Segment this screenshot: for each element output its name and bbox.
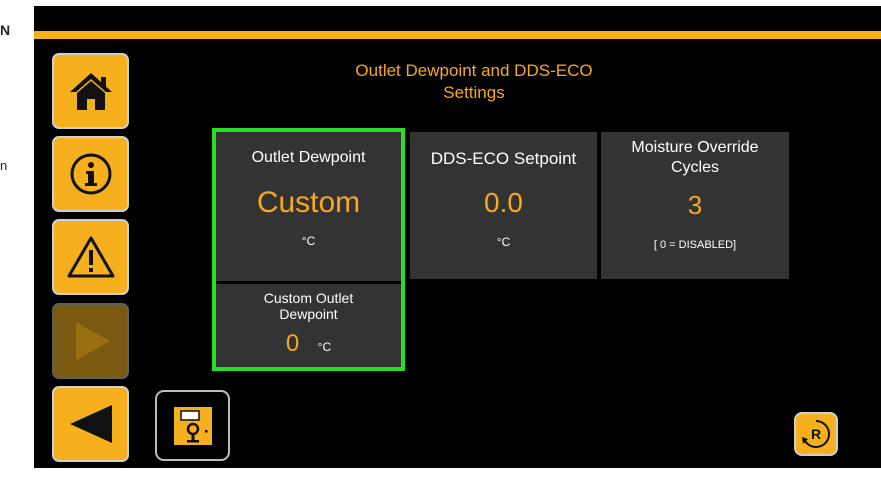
dds-eco-setpoint-value: 0.0 xyxy=(484,187,523,218)
info-icon xyxy=(70,153,111,195)
warning-icon xyxy=(67,236,114,278)
moisture-override-label-line2: Cycles xyxy=(670,159,719,176)
dds-eco-setpoint-panel[interactable]: DDS-ECO Setpoint 0.0 °C xyxy=(410,132,597,279)
page-text-fragment: N xyxy=(0,22,11,38)
page-text-fragment: n xyxy=(0,158,8,173)
info-button[interactable] xyxy=(52,136,129,212)
back-arrow-icon xyxy=(69,405,112,443)
page-title-line1: Outlet Dewpoint and DDS-ECO xyxy=(355,61,593,80)
moisture-override-value: 3 xyxy=(687,190,703,220)
moisture-override-cycles-panel[interactable]: Moisture Override Cycles 3 [ 0 = DISABLE… xyxy=(601,132,789,279)
hmi-screen: Outlet Dewpoint and DDS-ECO Settings Out… xyxy=(34,6,881,468)
moisture-override-label-line1: Moisture Override xyxy=(631,139,759,156)
reset-label: R xyxy=(811,426,821,442)
moisture-override-label: Moisture Override Cycles xyxy=(601,138,789,178)
page-title: Outlet Dewpoint and DDS-ECO Settings xyxy=(284,60,664,104)
warning-button[interactable] xyxy=(52,219,129,295)
home-icon xyxy=(69,73,112,110)
top-accent-bar xyxy=(34,31,881,39)
selection-highlight xyxy=(212,128,405,371)
next-button[interactable] xyxy=(52,303,129,379)
play-icon xyxy=(75,322,110,360)
page-title-line2: Settings xyxy=(443,83,505,102)
dds-eco-setpoint-label: DDS-ECO Setpoint xyxy=(430,149,577,168)
save-icon xyxy=(173,406,212,445)
moisture-override-note: [ 0 = DISABLED] xyxy=(653,239,737,251)
back-button[interactable] xyxy=(52,386,129,462)
save-button[interactable] xyxy=(155,390,230,461)
home-button[interactable] xyxy=(52,53,129,129)
reset-button[interactable]: R xyxy=(794,412,838,456)
reset-icon: R xyxy=(802,419,831,448)
dds-eco-setpoint-unit: °C xyxy=(496,235,511,249)
